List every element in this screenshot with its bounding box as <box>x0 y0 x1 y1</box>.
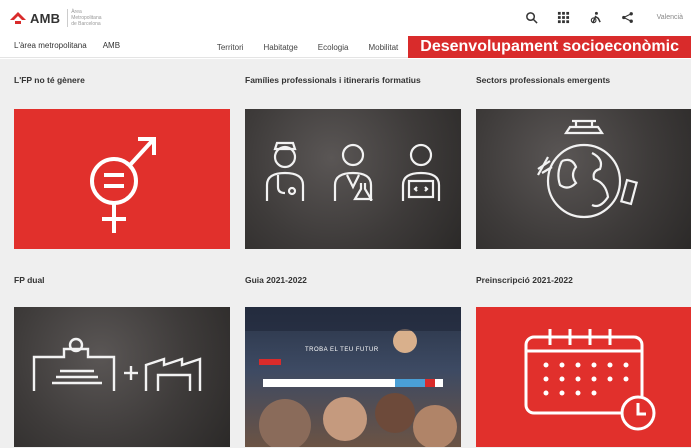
globe-icon <box>537 119 639 219</box>
hero-tag <box>259 359 281 365</box>
card-image: TROBA EL TEU FUTUR <box>245 307 461 447</box>
header-tools: Valencià <box>515 9 683 25</box>
card-fp-dual[interactable]: FP dual <box>6 259 232 447</box>
gender-equality-icon <box>90 137 156 233</box>
nav-item-ecologia[interactable]: Ecologia <box>308 43 359 52</box>
search-icon[interactable] <box>515 9 547 25</box>
language-selector[interactable]: Valencià <box>643 14 683 21</box>
logo-text: AMB <box>30 10 61 26</box>
logo-subtitle: Àrea Metropolitana de Barcelona <box>67 9 107 27</box>
card-image <box>245 109 461 249</box>
content-grid: L'FP no té gènere Famílies professionals… <box>0 59 691 448</box>
share-icon[interactable] <box>611 9 643 25</box>
nav-item-territori[interactable]: Territori <box>207 43 254 52</box>
calendar-icon <box>524 329 656 431</box>
card-title: Guia 2021-2022 <box>237 259 463 287</box>
logo-mark-icon <box>10 12 26 24</box>
card-guia-2021-2022[interactable]: Guia 2021-2022 TROBA EL TEU FUTUR <box>237 259 463 447</box>
card-title: Famílies professionals i itineraris form… <box>237 59 463 87</box>
card-title: FP dual <box>6 259 232 287</box>
card-title: Preinscripció 2021-2022 <box>468 259 691 287</box>
accessibility-icon[interactable] <box>579 9 611 25</box>
amb-logo[interactable]: AMB Àrea Metropolitana de Barcelona <box>10 9 107 27</box>
nav-item-area-metropolitana[interactable]: L'àrea metropolitana <box>14 41 87 50</box>
school-industry-icon <box>32 337 202 391</box>
card-title: L'FP no té gènere <box>6 59 232 87</box>
grid-icon[interactable] <box>547 9 579 25</box>
card-preinscripcio[interactable]: Preinscripció 2021-2022 <box>468 259 691 447</box>
nav-left: L'àrea metropolitana AMB <box>14 41 120 50</box>
card-image <box>14 109 230 249</box>
nav-item-habitatge[interactable]: Habitatge <box>254 43 308 52</box>
hero-search-red-button[interactable] <box>425 379 435 387</box>
card-sectors-emergents[interactable]: Sectors professionals emergents <box>468 59 691 249</box>
main-nav: L'àrea metropolitana AMB Territori Habit… <box>0 36 691 58</box>
nav-right: Territori Habitatge Ecologia Mobilitat D… <box>207 36 691 58</box>
card-title: Sectors professionals emergents <box>468 59 691 87</box>
professionals-icon <box>265 141 441 201</box>
nav-item-desenvolupament-active[interactable]: Desenvolupament socioeconòmic <box>408 36 691 58</box>
top-bar: AMB Àrea Metropolitana de Barcelona Vale… <box>0 0 691 34</box>
nav-item-mobilitat[interactable]: Mobilitat <box>358 43 408 52</box>
hero-text: TROBA EL TEU FUTUR <box>305 347 379 353</box>
card-fp-no-te-genere[interactable]: L'FP no té gènere <box>6 59 232 249</box>
hero-search-button[interactable] <box>395 379 425 387</box>
card-image <box>14 307 230 447</box>
card-families-professionals[interactable]: Famílies professionals i itineraris form… <box>237 59 463 249</box>
card-image <box>476 109 691 249</box>
nav-item-amb[interactable]: AMB <box>103 41 120 50</box>
students-photo <box>245 307 461 447</box>
card-image <box>476 307 691 447</box>
